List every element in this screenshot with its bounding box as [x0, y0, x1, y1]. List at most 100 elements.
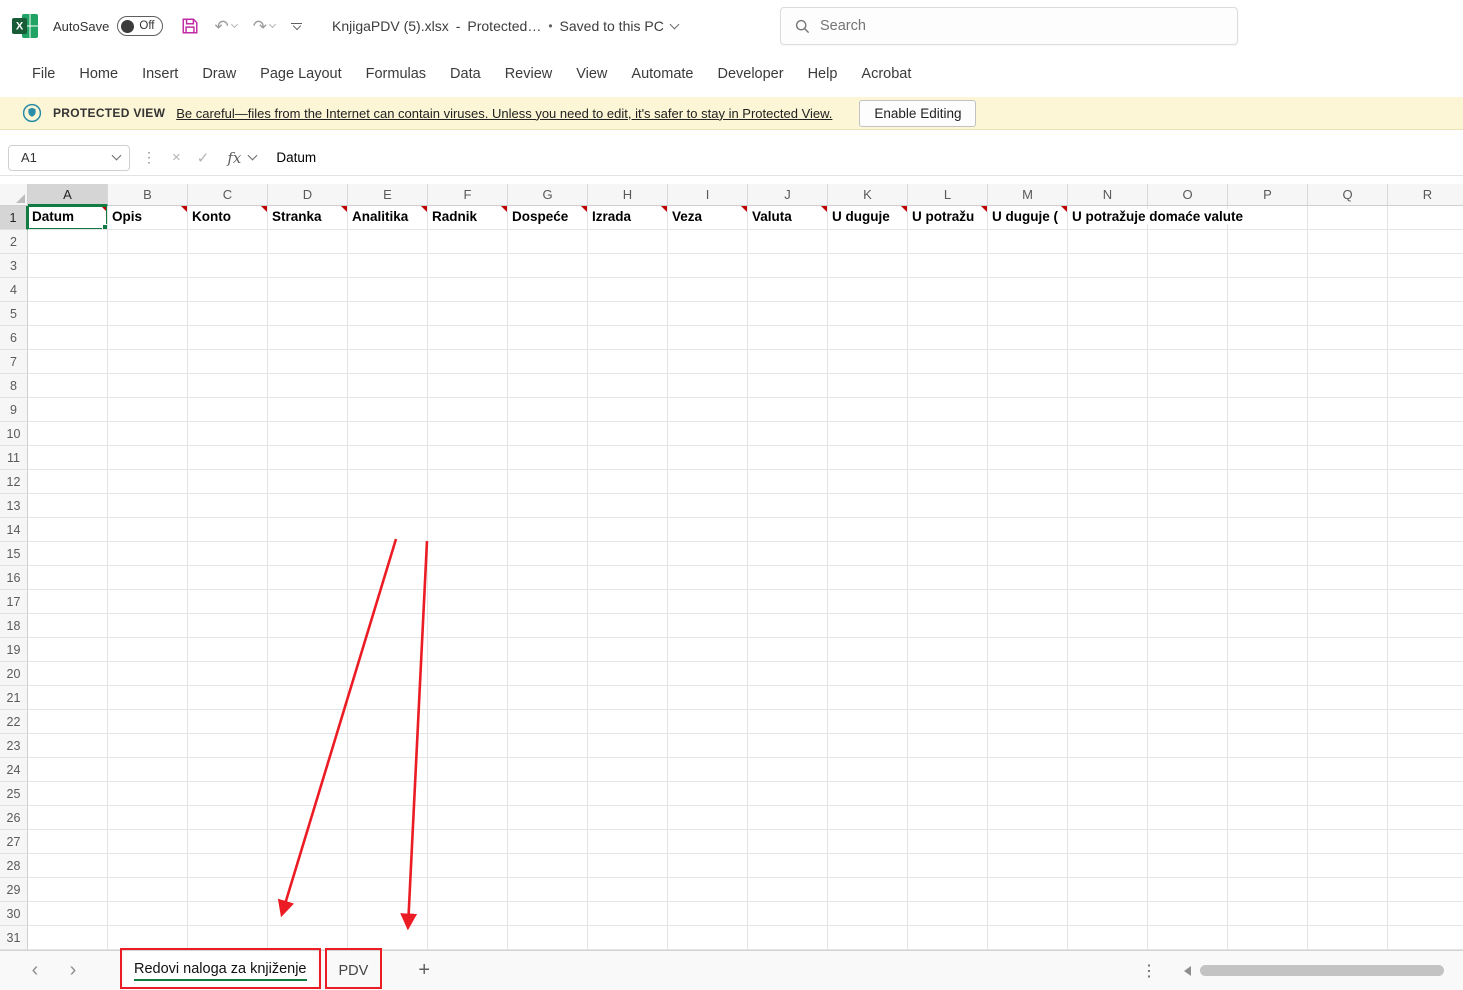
cell-Q25[interactable] — [1308, 782, 1388, 806]
cell-J9[interactable] — [748, 398, 828, 422]
cell-K26[interactable] — [828, 806, 908, 830]
cell-O17[interactable] — [1148, 590, 1228, 614]
cell-J26[interactable] — [748, 806, 828, 830]
cell-R31[interactable] — [1388, 926, 1463, 950]
cell-B24[interactable] — [108, 758, 188, 782]
cell-C31[interactable] — [188, 926, 268, 950]
cell-L9[interactable] — [908, 398, 988, 422]
cell-L14[interactable] — [908, 518, 988, 542]
row-header-10[interactable]: 10 — [0, 422, 28, 446]
cell-A23[interactable] — [28, 734, 108, 758]
cell-L8[interactable] — [908, 374, 988, 398]
cell-L11[interactable] — [908, 446, 988, 470]
cell-K11[interactable] — [828, 446, 908, 470]
cell-L1[interactable]: U potražu — [908, 206, 988, 230]
menu-tab-draw[interactable]: Draw — [190, 52, 248, 97]
cell-O7[interactable] — [1148, 350, 1228, 374]
cell-I23[interactable] — [668, 734, 748, 758]
cell-H11[interactable] — [588, 446, 668, 470]
sheet-tab-redovi-naloga-za-knji-enje[interactable]: Redovi naloga za knjiženje — [120, 948, 320, 990]
cell-H14[interactable] — [588, 518, 668, 542]
cell-G16[interactable] — [508, 566, 588, 590]
cell-A8[interactable] — [28, 374, 108, 398]
cell-L27[interactable] — [908, 830, 988, 854]
cell-D6[interactable] — [268, 326, 348, 350]
cell-D9[interactable] — [268, 398, 348, 422]
cell-L3[interactable] — [908, 254, 988, 278]
cell-D11[interactable] — [268, 446, 348, 470]
cell-I24[interactable] — [668, 758, 748, 782]
cell-Q27[interactable] — [1308, 830, 1388, 854]
cell-I7[interactable] — [668, 350, 748, 374]
cell-G15[interactable] — [508, 542, 588, 566]
cell-K5[interactable] — [828, 302, 908, 326]
cell-D30[interactable] — [268, 902, 348, 926]
cell-O24[interactable] — [1148, 758, 1228, 782]
cell-G19[interactable] — [508, 638, 588, 662]
cell-O27[interactable] — [1148, 830, 1228, 854]
name-box[interactable]: A1 — [8, 144, 130, 171]
cell-N6[interactable] — [1068, 326, 1148, 350]
cell-A6[interactable] — [28, 326, 108, 350]
cell-A1[interactable]: Datum — [28, 206, 108, 230]
cell-B8[interactable] — [108, 374, 188, 398]
cell-E20[interactable] — [348, 662, 428, 686]
menu-tab-data[interactable]: Data — [438, 52, 493, 97]
excel-app-icon[interactable]: X — [12, 13, 39, 39]
row-header-24[interactable]: 24 — [0, 758, 28, 782]
cell-C21[interactable] — [188, 686, 268, 710]
cell-B19[interactable] — [108, 638, 188, 662]
cell-I6[interactable] — [668, 326, 748, 350]
cell-C9[interactable] — [188, 398, 268, 422]
cell-J25[interactable] — [748, 782, 828, 806]
cell-A25[interactable] — [28, 782, 108, 806]
column-header-H[interactable]: H — [588, 184, 668, 206]
cell-N27[interactable] — [1068, 830, 1148, 854]
cell-Q8[interactable] — [1308, 374, 1388, 398]
cell-J17[interactable] — [748, 590, 828, 614]
cell-H27[interactable] — [588, 830, 668, 854]
cell-R22[interactable] — [1388, 710, 1463, 734]
cell-M21[interactable] — [988, 686, 1068, 710]
cell-C13[interactable] — [188, 494, 268, 518]
column-header-G[interactable]: G — [508, 184, 588, 206]
cell-N23[interactable] — [1068, 734, 1148, 758]
redo-dropdown-icon[interactable] — [268, 20, 277, 28]
cell-D27[interactable] — [268, 830, 348, 854]
cell-L15[interactable] — [908, 542, 988, 566]
cell-P24[interactable] — [1228, 758, 1308, 782]
cell-D5[interactable] — [268, 302, 348, 326]
cell-M30[interactable] — [988, 902, 1068, 926]
name-box-chevron-icon[interactable] — [111, 150, 122, 161]
cell-H6[interactable] — [588, 326, 668, 350]
cell-K12[interactable] — [828, 470, 908, 494]
cell-R24[interactable] — [1388, 758, 1463, 782]
cell-A28[interactable] — [28, 854, 108, 878]
cell-F22[interactable] — [428, 710, 508, 734]
cell-G14[interactable] — [508, 518, 588, 542]
save-button[interactable] — [181, 17, 199, 35]
cell-I28[interactable] — [668, 854, 748, 878]
cell-I3[interactable] — [668, 254, 748, 278]
cell-N31[interactable] — [1068, 926, 1148, 950]
cell-P30[interactable] — [1228, 902, 1308, 926]
cell-E26[interactable] — [348, 806, 428, 830]
cell-N18[interactable] — [1068, 614, 1148, 638]
cell-J8[interactable] — [748, 374, 828, 398]
cell-I8[interactable] — [668, 374, 748, 398]
row-header-1[interactable]: 1 — [0, 206, 28, 230]
cell-Q12[interactable] — [1308, 470, 1388, 494]
cell-D16[interactable] — [268, 566, 348, 590]
cell-E9[interactable] — [348, 398, 428, 422]
redo-button[interactable]: ↷ — [253, 18, 277, 35]
cell-B4[interactable] — [108, 278, 188, 302]
cell-B20[interactable] — [108, 662, 188, 686]
cell-A27[interactable] — [28, 830, 108, 854]
cell-M10[interactable] — [988, 422, 1068, 446]
cell-M2[interactable] — [988, 230, 1068, 254]
cell-Q23[interactable] — [1308, 734, 1388, 758]
cell-C20[interactable] — [188, 662, 268, 686]
cell-R7[interactable] — [1388, 350, 1463, 374]
cell-P23[interactable] — [1228, 734, 1308, 758]
cell-R27[interactable] — [1388, 830, 1463, 854]
